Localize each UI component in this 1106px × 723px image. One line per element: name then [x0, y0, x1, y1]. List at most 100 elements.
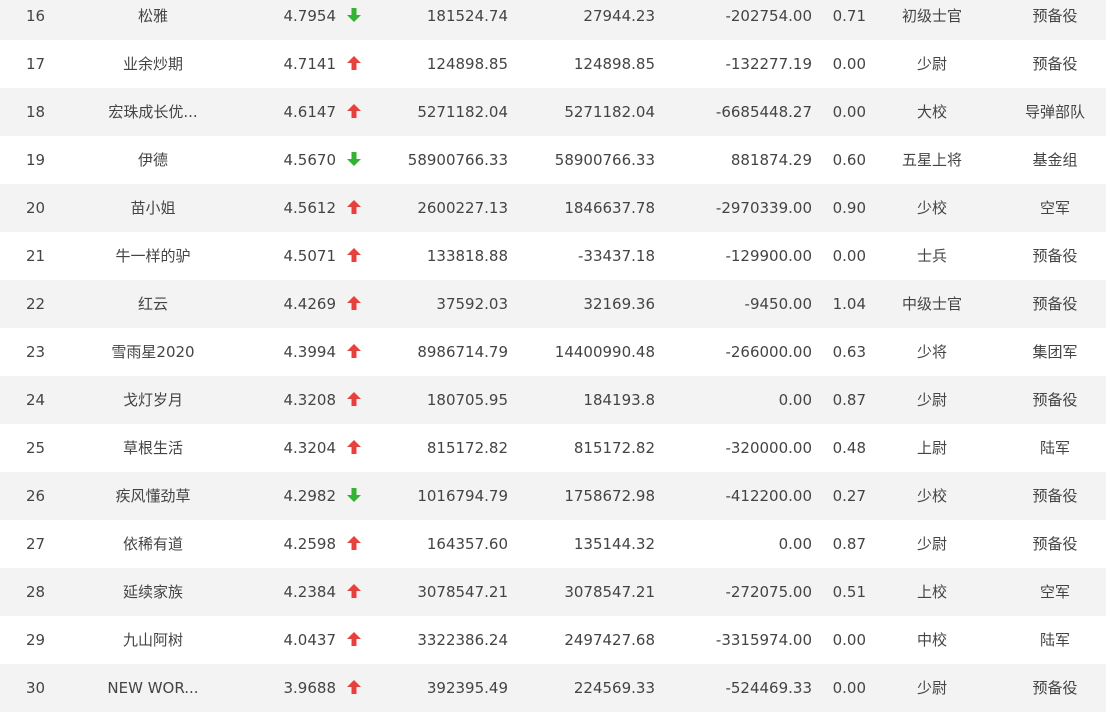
arrow-up-icon: [347, 392, 361, 406]
table-row[interactable]: 27 依稀有道 4.2598 164357.60 135144.32 0.00 …: [0, 520, 1106, 568]
table-row[interactable]: 30 NEW WOR... 3.9688 392395.49 224569.33…: [0, 664, 1106, 712]
name-cell[interactable]: NEW WOR...: [83, 664, 223, 712]
arrow-down-icon: [347, 8, 361, 22]
value-3-cell: -320000.00: [725, 439, 812, 457]
value-3-cell: -412200.00: [725, 487, 812, 505]
name-cell[interactable]: 牛一样的驴: [83, 232, 223, 280]
arrow-up-icon: [347, 248, 361, 262]
rank-cell: 22: [26, 295, 46, 313]
value-2-cell: 58900766.33: [554, 151, 655, 169]
name-cell[interactable]: 苗小姐: [83, 184, 223, 232]
trend-cell: [344, 472, 364, 520]
trend-cell: [344, 40, 364, 88]
rank-title-cell: 上校: [916, 583, 947, 601]
arrow-up-icon: [347, 56, 361, 70]
rank-cell: 20: [26, 199, 46, 217]
arrow-up-icon: [347, 680, 361, 694]
table-row[interactable]: 16 松雅 4.7954 181524.74 27944.23 -202754.…: [0, 0, 1106, 40]
trend-cell: [344, 328, 364, 376]
value-3-cell: -6685448.27: [715, 103, 812, 121]
name-cell[interactable]: 雪雨星2020: [83, 328, 223, 376]
value-2-cell: 184193.8: [583, 391, 655, 409]
value-3-cell: 0.00: [778, 391, 812, 409]
value-2-cell: 5271182.04: [564, 103, 655, 121]
value-3-cell: -272075.00: [725, 583, 812, 601]
ratio-cell: 0.00: [832, 679, 866, 697]
value-3-cell: -132277.19: [725, 55, 812, 73]
table-row[interactable]: 25 草根生活 4.3204 815172.82 815172.82 -3200…: [0, 424, 1106, 472]
table-row[interactable]: 17 业余炒期 4.7141 124898.85 124898.85 -1322…: [0, 40, 1106, 88]
rank-cell: 25: [26, 439, 46, 457]
table-row[interactable]: 18 宏珠成长优... 4.6147 5271182.04 5271182.04…: [0, 88, 1106, 136]
trend-cell: [344, 88, 364, 136]
table-row[interactable]: 29 九山阿树 4.0437 3322386.24 2497427.68 -33…: [0, 616, 1106, 664]
value-1-cell: 2600227.13: [417, 199, 508, 217]
score-cell: 3.9688: [283, 679, 337, 697]
rank-title-cell: 少尉: [916, 535, 947, 553]
name-cell[interactable]: 松雅: [83, 0, 223, 40]
value-1-cell: 392395.49: [426, 679, 508, 697]
table-row[interactable]: 24 戈灯岁月 4.3208 180705.95 184193.8 0.00 0…: [0, 376, 1106, 424]
ranking-table: 16 松雅 4.7954 181524.74 27944.23 -202754.…: [0, 0, 1106, 723]
name-cell[interactable]: 红云: [83, 280, 223, 328]
unit-cell: 基金组: [1032, 151, 1078, 169]
value-3-cell: -3315974.00: [715, 631, 812, 649]
table-row[interactable]: 26 疾风懂劲草 4.2982 1016794.79 1758672.98 -4…: [0, 472, 1106, 520]
table-row[interactable]: 28 延续家族 4.2384 3078547.21 3078547.21 -27…: [0, 568, 1106, 616]
ratio-cell: 0.00: [832, 631, 866, 649]
ratio-cell: 0.00: [832, 247, 866, 265]
name-cell[interactable]: 延续家族: [83, 568, 223, 616]
value-2-cell: 1846637.78: [564, 199, 655, 217]
name-cell[interactable]: 伊德: [83, 136, 223, 184]
table-row[interactable]: 19 伊德 4.5670 58900766.33 58900766.33 881…: [0, 136, 1106, 184]
name-cell[interactable]: 草根生活: [83, 424, 223, 472]
name-cell[interactable]: 九山阿树: [83, 616, 223, 664]
rank-cell: 28: [26, 583, 46, 601]
trend-cell: [344, 424, 364, 472]
value-1-cell: 181524.74: [426, 7, 508, 25]
rank-title-cell: 中级士官: [901, 295, 962, 313]
unit-cell: 预备役: [1032, 679, 1078, 697]
unit-cell: 预备役: [1032, 487, 1078, 505]
score-cell: 4.3208: [283, 391, 337, 409]
value-2-cell: 32169.36: [583, 295, 655, 313]
value-1-cell: 124898.85: [426, 55, 508, 73]
value-2-cell: 2497427.68: [564, 631, 655, 649]
name-cell[interactable]: 疾风懂劲草: [83, 472, 223, 520]
unit-cell: 陆军: [1039, 439, 1070, 457]
value-3-cell: 881874.29: [730, 151, 812, 169]
value-3-cell: -9450.00: [744, 295, 812, 313]
ratio-cell: 0.90: [832, 199, 866, 217]
rank-cell: 27: [26, 535, 46, 553]
table-row[interactable]: 21 牛一样的驴 4.5071 133818.88 -33437.18 -129…: [0, 232, 1106, 280]
arrow-up-icon: [347, 584, 361, 598]
ratio-cell: 0.87: [832, 391, 866, 409]
value-1-cell: 58900766.33: [407, 151, 508, 169]
arrow-up-icon: [347, 440, 361, 454]
name-cell[interactable]: 业余炒期: [83, 40, 223, 88]
table-row[interactable]: 23 雪雨星2020 4.3994 8986714.79 14400990.48…: [0, 328, 1106, 376]
trend-cell: [344, 568, 364, 616]
unit-cell: 预备役: [1032, 247, 1078, 265]
unit-cell: 导弹部队: [1024, 103, 1085, 121]
arrow-up-icon: [347, 104, 361, 118]
trend-cell: [344, 136, 364, 184]
unit-cell: 空军: [1039, 583, 1070, 601]
ratio-cell: 0.00: [832, 55, 866, 73]
value-2-cell: -33437.18: [578, 247, 655, 265]
table-row[interactable]: 20 苗小姐 4.5612 2600227.13 1846637.78 -297…: [0, 184, 1106, 232]
value-1-cell: 133818.88: [426, 247, 508, 265]
name-cell[interactable]: 宏珠成长优...: [83, 88, 223, 136]
rank-cell: 23: [26, 343, 46, 361]
rank-cell: 19: [26, 151, 46, 169]
table-row[interactable]: 22 红云 4.4269 37592.03 32169.36 -9450.00 …: [0, 280, 1106, 328]
rank-cell: 17: [26, 55, 46, 73]
name-cell[interactable]: 依稀有道: [83, 520, 223, 568]
value-3-cell: -129900.00: [725, 247, 812, 265]
name-cell[interactable]: 戈灯岁月: [83, 376, 223, 424]
rank-title-cell: 五星上将: [901, 151, 962, 169]
rank-title-cell: 初级士官: [901, 7, 962, 25]
ratio-cell: 0.87: [832, 535, 866, 553]
rank-cell: 26: [26, 487, 46, 505]
value-1-cell: 815172.82: [426, 439, 508, 457]
